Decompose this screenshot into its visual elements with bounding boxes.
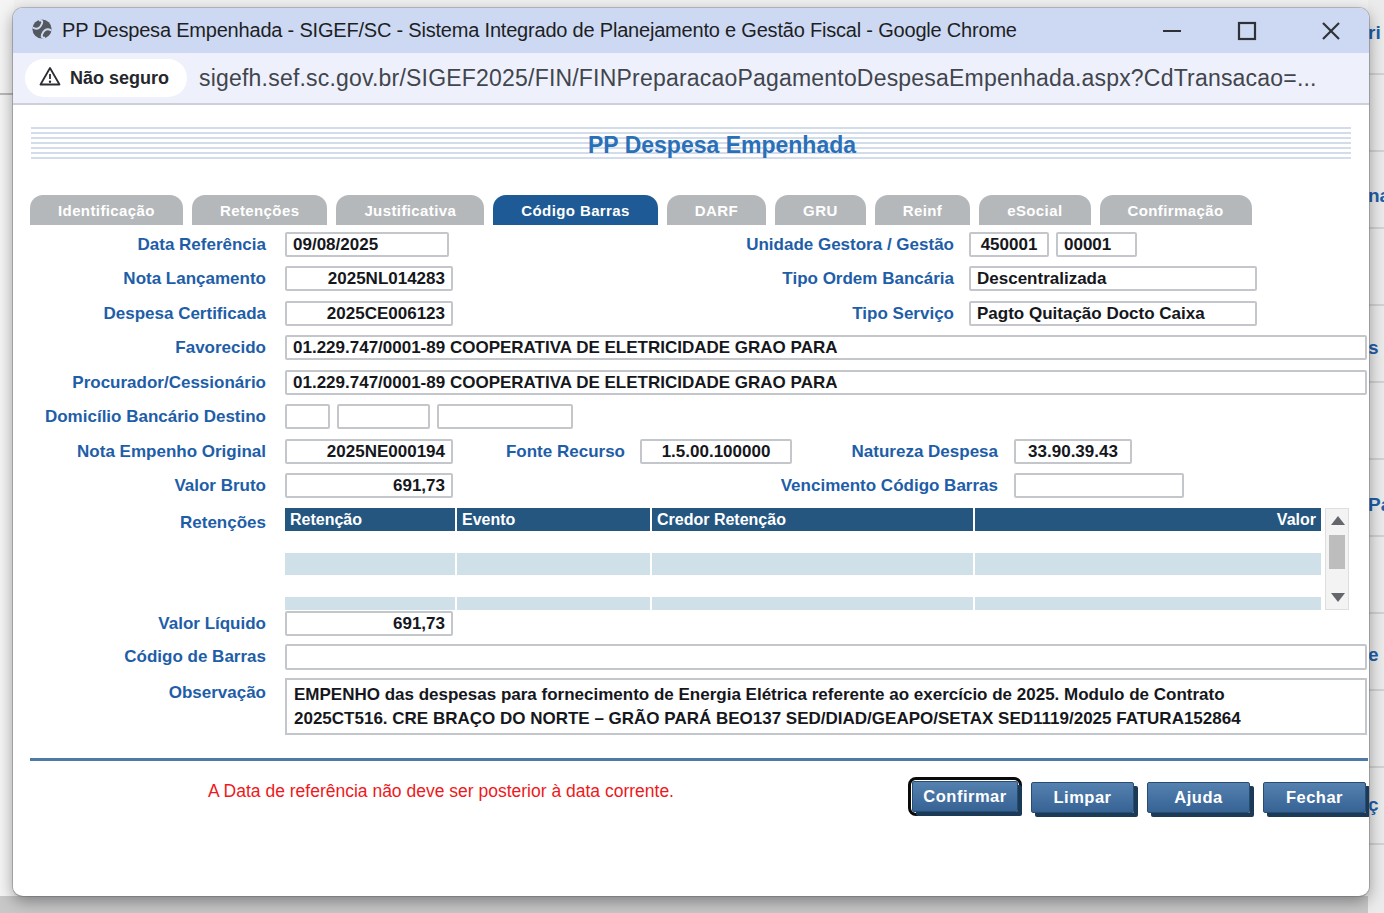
table-empty-cell <box>285 597 455 610</box>
input-unidade-gestora[interactable]: 450001 <box>969 232 1049 257</box>
address-bar[interactable]: Não seguro sigefh.sef.sc.gov.br/SIGEF202… <box>13 53 1369 105</box>
limpar-button[interactable]: Limpar <box>1031 782 1134 813</box>
url-text[interactable]: sigefh.sef.sc.gov.br/SIGEF2025/FIN/FINPr… <box>199 65 1317 92</box>
field-label-nota-lancamento: Nota Lançamento <box>23 266 266 291</box>
field-label-despesa-certificada: Despesa Certificada <box>23 301 266 326</box>
table-empty-cell <box>975 553 1321 575</box>
error-message: A Data de referência não deve ser poster… <box>208 781 674 802</box>
input-nota-empenho[interactable]: 2025NE000194 <box>285 439 453 464</box>
field-label-unidade-gestora: Unidade Gestora / Gestão <box>613 232 954 257</box>
maximize-button[interactable] <box>1234 20 1260 42</box>
field-label-procurador: Procurador/Cessionário <box>23 370 266 395</box>
ajuda-button[interactable]: Ajuda <box>1147 782 1250 813</box>
input-domicilio-conta[interactable] <box>437 404 573 429</box>
input-domicilio-banco[interactable] <box>285 404 330 429</box>
field-label-tipo-servico: Tipo Serviço <box>613 301 954 326</box>
field-label-valor-liquido: Valor Líquido <box>23 611 266 636</box>
tab-identificacao[interactable]: Identificação <box>30 195 183 225</box>
security-badge[interactable]: Não seguro <box>25 59 187 97</box>
tab-esocial[interactable]: eSocial <box>979 195 1090 225</box>
input-data-referencia[interactable]: 09/08/2025 <box>285 232 449 257</box>
field-label-nota-empenho: Nota Empenho Original <box>23 439 266 464</box>
input-tipo-servico[interactable]: Pagto Quitação Docto Caixa <box>969 301 1257 326</box>
field-label-data-referencia: Data Referência <box>23 232 266 257</box>
table-empty-cell <box>652 597 973 610</box>
input-fonte-recurso[interactable]: 1.5.00.100000 <box>640 439 792 464</box>
background-text-fragment: s <box>1368 337 1379 359</box>
field-label-domicilio-bancario: Domicílio Bancário Destino <box>23 404 266 429</box>
input-nota-lancamento[interactable]: 2025NL014283 <box>285 266 453 291</box>
background-line <box>0 93 14 95</box>
field-label-tipo-ordem-bancaria: Tipo Ordem Bancária <box>613 266 954 291</box>
input-domicilio-agencia[interactable] <box>337 404 430 429</box>
tab-bar: Identificação Retenções Justificativa Có… <box>30 195 1252 225</box>
tab-darf[interactable]: DARF <box>667 195 766 225</box>
tab-codigo-barras[interactable]: Código Barras <box>493 195 658 225</box>
tab-justificativa[interactable]: Justificativa <box>336 195 484 225</box>
field-label-vencimento-codigo-barras: Vencimento Código Barras <box>713 473 998 498</box>
warning-icon <box>39 66 61 90</box>
input-observacao[interactable]: EMPENHO das despesas para fornecimento d… <box>285 678 1367 735</box>
button-bar: Confirmar Limpar Ajuda Fechar <box>908 777 1366 816</box>
favicon-globe-icon <box>31 18 53 44</box>
background-page-left <box>0 0 14 913</box>
input-codigo-barras[interactable] <box>285 644 1367 670</box>
table-header-evento: Evento <box>457 508 650 531</box>
background-text-fragment: ç <box>1368 794 1379 816</box>
input-tipo-ordem-bancaria[interactable]: Descentralizada <box>969 266 1257 291</box>
table-empty-cell <box>285 553 455 575</box>
table-header-valor: Valor <box>975 508 1321 531</box>
table-scrollbar[interactable] <box>1325 508 1349 610</box>
field-label-natureza-despesa: Natureza Despesa <box>813 439 998 464</box>
background-page-bottom <box>0 896 1384 913</box>
input-valor-bruto[interactable]: 691,73 <box>285 473 453 498</box>
table-empty-cell <box>457 553 650 575</box>
background-page-right: ri na s Pa e ç <box>1368 0 1384 913</box>
background-text-fragment: e <box>1368 644 1379 666</box>
scroll-up-icon[interactable] <box>1331 516 1345 525</box>
background-text-fragment: ri <box>1368 22 1381 44</box>
table-header-retencao: Retenção <box>285 508 455 531</box>
table-empty-cell <box>652 553 973 575</box>
security-label: Não seguro <box>70 68 169 89</box>
divider-line <box>30 758 1368 761</box>
page-content: PP Despesa Empenhada Identificação Reten… <box>13 105 1369 894</box>
table-empty-cell <box>975 597 1321 610</box>
input-vencimento-codigo-barras[interactable] <box>1014 473 1184 498</box>
input-gestao[interactable]: 00001 <box>1056 232 1137 257</box>
field-label-fonte-recurso: Fonte Recurso <box>473 439 625 464</box>
tab-retencoes[interactable]: Retenções <box>192 195 327 225</box>
fechar-button[interactable]: Fechar <box>1263 782 1366 813</box>
scroll-down-icon[interactable] <box>1331 593 1345 602</box>
field-label-favorecido: Favorecido <box>23 335 266 360</box>
input-natureza-despesa[interactable]: 33.90.39.43 <box>1014 439 1132 464</box>
input-procurador[interactable]: 01.229.747/0001-89 COOPERATIVA DE ELETRI… <box>285 370 1367 395</box>
minimize-button[interactable] <box>1159 20 1185 42</box>
background-text-fragment: na <box>1368 185 1384 207</box>
confirm-focus-ring: Confirmar <box>908 777 1022 816</box>
background-text-fragment: Pa <box>1368 494 1384 516</box>
input-favorecido[interactable]: 01.229.747/0001-89 COOPERATIVA DE ELETRI… <box>285 335 1367 360</box>
field-label-observacao: Observação <box>23 680 266 705</box>
confirmar-button[interactable]: Confirmar <box>912 781 1018 812</box>
field-label-retencoes: Retenções <box>23 510 266 535</box>
table-header-credor-retencao: Credor Retenção <box>652 508 973 531</box>
window-titlebar[interactable]: PP Despesa Empenhada - SIGEF/SC - Sistem… <box>13 8 1369 53</box>
window-title: PP Despesa Empenhada - SIGEF/SC - Sistem… <box>62 19 1017 42</box>
input-despesa-certificada[interactable]: 2025CE006123 <box>285 301 453 326</box>
table-empty-cell <box>457 597 650 610</box>
field-label-codigo-barras: Código de Barras <box>23 644 266 669</box>
field-label-valor-bruto: Valor Bruto <box>23 473 266 498</box>
page-title: PP Despesa Empenhada <box>44 132 1369 159</box>
tab-reinf[interactable]: Reinf <box>875 195 971 225</box>
tab-confirmacao[interactable]: Confirmação <box>1100 195 1252 225</box>
input-valor-liquido[interactable]: 691,73 <box>285 611 453 636</box>
close-button[interactable] <box>1318 20 1344 42</box>
tab-gru[interactable]: GRU <box>775 195 866 225</box>
popup-window: PP Despesa Empenhada - SIGEF/SC - Sistem… <box>13 8 1369 896</box>
scrollbar-thumb[interactable] <box>1329 535 1345 569</box>
